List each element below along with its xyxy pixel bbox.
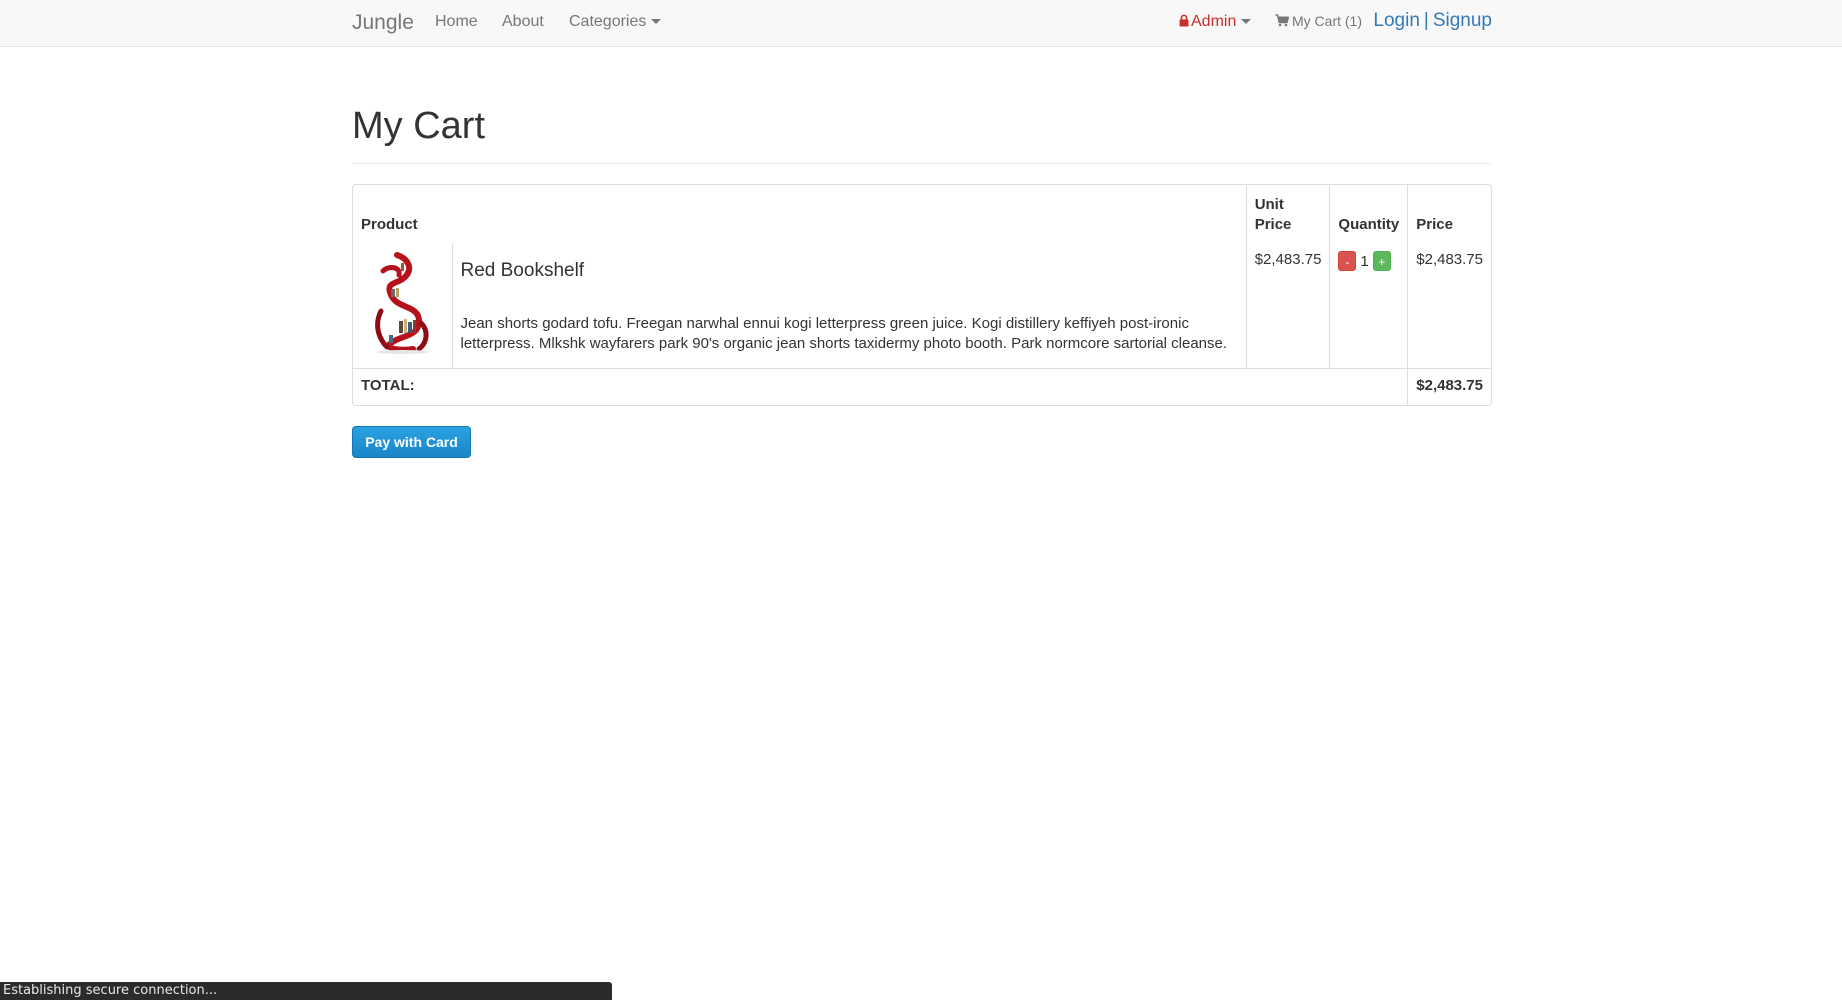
browser-status-bar: Establishing secure connection... [0,982,612,1000]
unit-price-cell: $2,483.75 [1246,243,1331,369]
total-label: TOTAL: [353,368,1409,405]
product-description: Jean shorts godard tofu. Freegan narwhal… [460,315,1228,352]
signup-link[interactable]: Signup [1433,10,1492,31]
product-image-cell [353,243,453,369]
login-link[interactable]: Login [1373,10,1420,31]
chevron-down-icon [1241,19,1252,25]
my-cart-link[interactable]: My Cart (1) [1275,13,1362,29]
categories-dropdown[interactable]: Categories [569,13,662,31]
cart-table-header: Product Unit Price Quantity Price [353,185,1491,243]
cart-panel: Product Unit Price Quantity Price Red Bo… [352,184,1492,406]
total-value: $2,483.75 [1416,376,1483,394]
top-navbar: Jungle Home About Categories Admin My Ca… [0,0,1842,47]
auth-links: Login | Signup [1373,10,1492,32]
red-bookshelf-image[interactable] [361,251,443,355]
line-price-cell: $2,483.75 [1407,243,1491,369]
chevron-down-icon [651,19,662,25]
my-cart-label: My Cart (1) [1292,13,1362,29]
price-header: Price [1416,216,1453,233]
unit-price-header: Unit Price [1246,185,1331,243]
pay-with-card-button[interactable]: Pay with Card [352,426,471,458]
admin-dropdown[interactable]: Admin [1179,13,1252,31]
admin-label: Admin [1191,13,1237,30]
cart-table: Product Unit Price Quantity Price Red Bo… [353,185,1491,405]
auth-separator: | [1423,10,1429,31]
navbar-inner: Jungle Home About Categories Admin My Ca… [352,0,1492,46]
decrease-quantity-button[interactable]: - [1338,251,1357,271]
categories-label: Categories [569,13,647,30]
brand-link[interactable]: Jungle [352,11,414,35]
increase-quantity-button[interactable]: + [1372,251,1391,271]
product-header: Product [353,185,1247,243]
cart-icon [1275,14,1289,27]
quantity-header: Quantity [1329,185,1409,243]
nav-home-link[interactable]: Home [435,13,478,31]
nav-about-link[interactable]: About [502,13,544,31]
title-divider [352,163,1492,164]
table-row: Red Bookshelf Jean shorts godard tofu. F… [353,243,1491,369]
quantity-value: 1 [1360,252,1369,270]
product-info-cell: Red Bookshelf Jean shorts godard tofu. F… [452,243,1247,369]
product-name[interactable]: Red Bookshelf [461,260,1238,282]
page-title: My Cart [352,105,485,147]
total-row: TOTAL: $2,483.75 [353,368,1491,405]
quantity-cell: -1 + [1329,243,1409,369]
lock-icon [1179,14,1189,27]
quantity-stepper: -1 + [1338,251,1391,271]
